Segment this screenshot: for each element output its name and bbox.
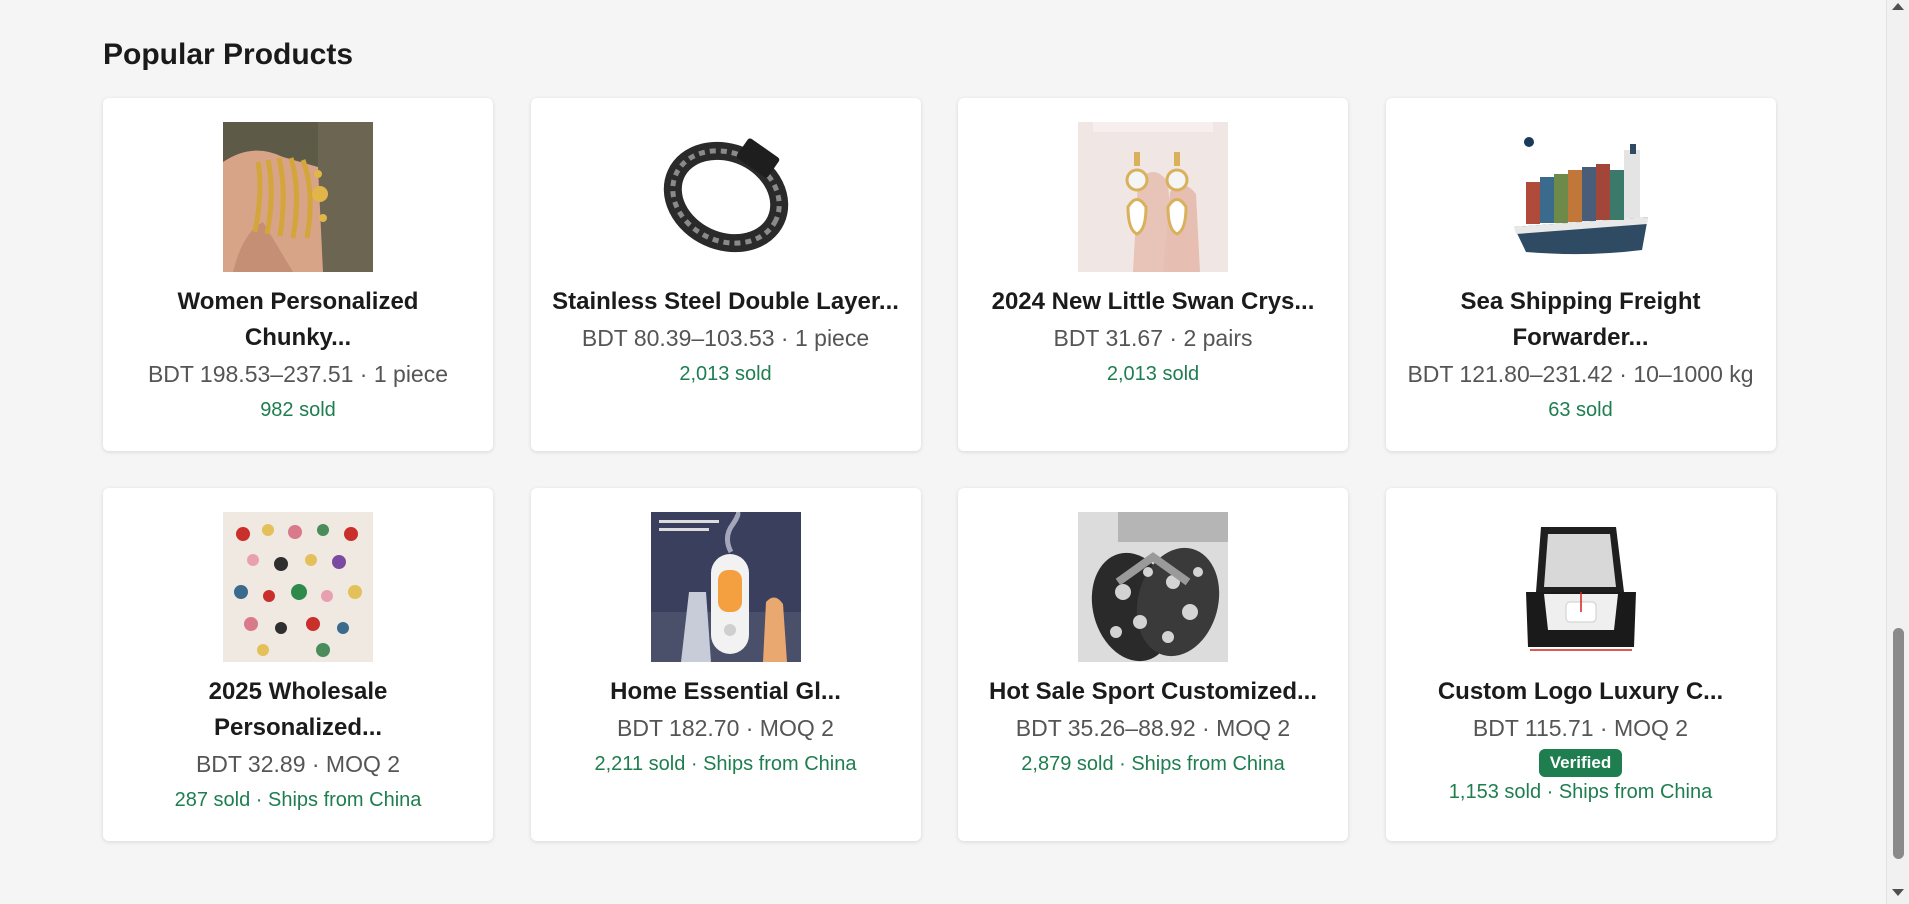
product-title-line1[interactable]: 2025 Wholesale: [103, 674, 493, 710]
product-title[interactable]: Hot Sale Sport Customized...: [958, 674, 1348, 710]
gold-bracelets-image[interactable]: [223, 122, 373, 272]
product-card[interactable]: 2025 Wholesale Personalized... BDT 32.89…: [103, 488, 493, 841]
swan-earrings-image[interactable]: [1078, 122, 1228, 272]
product-card[interactable]: Stainless Steel Double Layer... BDT 80.3…: [530, 98, 921, 451]
product-grid: Women Personalized Chunky... BDT 198.53–…: [103, 98, 1776, 841]
product-card[interactable]: Women Personalized Chunky... BDT 198.53–…: [103, 98, 493, 451]
watch-box-image[interactable]: [1505, 512, 1656, 662]
sport-slippers-image[interactable]: [1078, 512, 1228, 662]
product-sold: 2,013 sold: [1106, 363, 1200, 385]
product-sold: 1,153 sold · Ships from China: [1448, 781, 1713, 803]
product-card[interactable]: Home Essential Gl... BDT 182.70 · MOQ 2 …: [530, 488, 921, 841]
product-title-line1[interactable]: Sea Shipping Freight: [1386, 284, 1776, 320]
cargo-ship-image[interactable]: [1505, 122, 1656, 272]
scroll-down-arrow-icon[interactable]: [1892, 889, 1904, 896]
chain-bracelet-image[interactable]: [650, 122, 801, 272]
product-sold: 63 sold: [1548, 399, 1613, 421]
product-price: BDT 121.80–231.42 · 10–1000 kg: [1407, 361, 1754, 387]
humidifier-image[interactable]: [650, 512, 801, 662]
product-title[interactable]: 2024 New Little Swan Crys...: [958, 284, 1348, 320]
product-card[interactable]: Hot Sale Sport Customized... BDT 35.26–8…: [958, 488, 1348, 841]
product-price: BDT 31.67 · 2 pairs: [1053, 325, 1253, 351]
product-sold: 982 sold: [260, 399, 336, 421]
product-title[interactable]: Stainless Steel Double Layer...: [531, 284, 921, 320]
product-price: BDT 115.71 · MOQ 2: [1472, 715, 1689, 741]
product-card[interactable]: Sea Shipping Freight Forwarder... BDT 12…: [1385, 98, 1776, 451]
page: Popular Products Women Personalized Chun…: [0, 0, 1886, 904]
vertical-scrollbar[interactable]: [1886, 0, 1909, 904]
section-title: Popular Products: [103, 38, 354, 71]
scrollbar-thumb[interactable]: [1893, 628, 1904, 859]
product-title-line1[interactable]: Women Personalized: [103, 284, 493, 320]
product-price: BDT 182.70 · MOQ 2: [617, 715, 834, 741]
product-title-line2[interactable]: Personalized...: [103, 710, 493, 746]
product-sold: 2,211 sold · Ships from China: [594, 753, 857, 775]
product-title[interactable]: Home Essential Gl...: [531, 674, 921, 710]
product-card[interactable]: 2024 New Little Swan Crys... BDT 31.67 ·…: [958, 98, 1348, 451]
product-sold: 2,879 sold · Ships from China: [1021, 753, 1285, 775]
product-title-line2[interactable]: Forwarder...: [1386, 320, 1776, 356]
product-sold: 287 sold · Ships from China: [174, 789, 422, 811]
product-title-line2[interactable]: Chunky...: [103, 320, 493, 356]
product-title[interactable]: Custom Logo Luxury C...: [1386, 674, 1776, 710]
verified-badge: Verified: [1538, 749, 1623, 777]
product-price: BDT 80.39–103.53 · 1 piece: [581, 325, 870, 351]
product-price: BDT 198.53–237.51 · 1 piece: [147, 361, 449, 387]
product-sold: 2,013 sold: [679, 363, 772, 385]
earrings-assortment-image[interactable]: [223, 512, 373, 662]
scroll-up-arrow-icon[interactable]: [1892, 3, 1904, 10]
product-card[interactable]: Custom Logo Luxury C... BDT 115.71 · MOQ…: [1385, 488, 1776, 841]
product-price: BDT 35.26–88.92 · MOQ 2: [1015, 715, 1291, 741]
product-price: BDT 32.89 · MOQ 2: [195, 751, 401, 777]
